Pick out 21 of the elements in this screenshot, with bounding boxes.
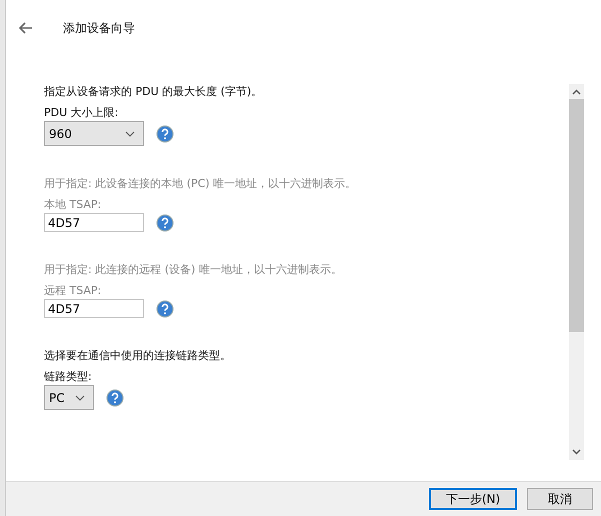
scroll-down-icon[interactable] <box>572 449 581 455</box>
field-label: 本地 TSAP: <box>44 197 102 213</box>
next-button[interactable]: 下一步(N) <box>429 488 517 510</box>
description-text: 用于指定: 此设备连接的本地 (PC) 唯一地址，以十六进制表示。 <box>44 176 358 192</box>
cancel-button[interactable]: 取消 <box>527 488 593 510</box>
field-label: PDU 大小上限: <box>44 105 120 121</box>
dropdown[interactable]: PC <box>44 385 94 410</box>
scrollbar[interactable] <box>569 84 584 460</box>
chevron-down-icon <box>125 130 135 136</box>
field-label: 链路类型: <box>44 369 93 385</box>
scroll-up-icon[interactable] <box>572 89 581 95</box>
window-title: 添加设备向导 <box>63 20 135 36</box>
back-arrow-icon[interactable] <box>19 22 33 34</box>
help-icon[interactable] <box>106 388 124 406</box>
field-label: 远程 TSAP: <box>44 283 102 299</box>
help-icon[interactable] <box>156 124 174 142</box>
chevron-down-icon <box>75 394 85 400</box>
dropdown[interactable]: 960 <box>44 121 144 146</box>
description-text: 用于指定: 此连接的远程 (设备) 唯一地址，以十六进制表示。 <box>44 262 343 278</box>
description-text: 选择要在通信中使用的连接链路类型。 <box>44 348 232 364</box>
description-text: 指定从设备请求的 PDU 的最大长度 (字节)。 <box>44 84 264 100</box>
